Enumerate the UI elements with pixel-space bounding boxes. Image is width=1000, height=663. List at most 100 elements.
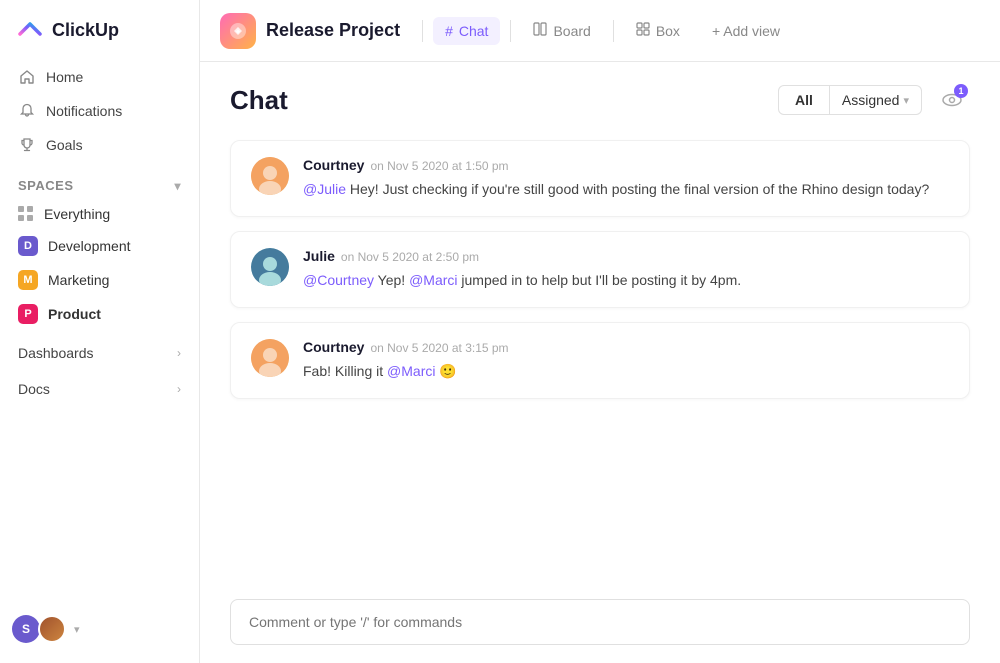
sidebar-item-marketing[interactable]: M Marketing xyxy=(8,263,191,297)
chat-header: Chat All Assigned ▾ 1 xyxy=(200,62,1000,130)
product-label: Product xyxy=(48,306,101,322)
user-area[interactable]: S ▾ xyxy=(0,605,199,653)
marketing-badge: M xyxy=(18,270,38,290)
mention-marci-1: @Marci xyxy=(409,272,457,288)
project-icon xyxy=(220,13,256,49)
message-1-text: Hey! Just checking if you're still good … xyxy=(350,181,929,197)
avatar-courtney-1 xyxy=(251,157,289,195)
tab-divider xyxy=(422,20,423,42)
hash-icon: # xyxy=(445,23,453,39)
filter-assigned-label: Assigned xyxy=(842,92,900,108)
user-chevron-icon: ▾ xyxy=(74,623,80,636)
sidebar: ClickUp Home Notifications xyxy=(0,0,200,663)
dashboards-chevron-icon: › xyxy=(177,346,181,360)
trophy-icon xyxy=(18,136,36,154)
filter-chevron-icon: ▾ xyxy=(903,94,909,107)
sidebar-item-development[interactable]: D Development xyxy=(8,229,191,263)
tab-chat-label: Chat xyxy=(459,23,489,39)
chat-title: Chat xyxy=(230,85,288,116)
tab-board[interactable]: Board xyxy=(521,16,602,45)
message-1-author: Courtney xyxy=(303,157,364,173)
mention-courtney: @Courtney xyxy=(303,272,374,288)
message-3-content: Courtney on Nov 5 2020 at 3:15 pm Fab! K… xyxy=(303,339,949,382)
add-view-button[interactable]: + Add view xyxy=(702,17,790,45)
development-badge: D xyxy=(18,236,38,256)
message-1-header: Courtney on Nov 5 2020 at 1:50 pm xyxy=(303,157,949,173)
app-logo[interactable]: ClickUp xyxy=(0,0,199,56)
sidebar-item-home[interactable]: Home xyxy=(8,60,191,94)
main-content: Release Project # Chat Board xyxy=(200,0,1000,663)
everything-label: Everything xyxy=(44,206,110,222)
message-3-text-2: 🙂 xyxy=(439,363,456,379)
project-title: Release Project xyxy=(266,20,400,41)
chat-area: Chat All Assigned ▾ 1 xyxy=(200,62,1000,663)
box-icon xyxy=(636,22,650,39)
avatar-s: S xyxy=(12,615,40,643)
message-3-time: on Nov 5 2020 at 3:15 pm xyxy=(370,341,508,355)
dashboards-label: Dashboards xyxy=(18,345,94,361)
message-2-time: on Nov 5 2020 at 2:50 pm xyxy=(341,250,479,264)
message-2-text-1: Yep! xyxy=(378,272,409,288)
tab-divider-2 xyxy=(510,20,511,42)
sidebar-item-notifications-label: Notifications xyxy=(46,103,122,119)
message-2-author: Julie xyxy=(303,248,335,264)
message-3-author: Courtney xyxy=(303,339,364,355)
mention-marci-2: @Marci xyxy=(387,363,435,379)
message-2-content: Julie on Nov 5 2020 at 2:50 pm @Courtney… xyxy=(303,248,949,291)
message-3-body: Fab! Killing it @Marci 🙂 xyxy=(303,361,949,382)
tab-divider-3 xyxy=(613,20,614,42)
spaces-label: Spaces xyxy=(18,178,74,193)
message-2-body: @Courtney Yep! @Marci jumped in to help … xyxy=(303,270,949,291)
message-3: Courtney on Nov 5 2020 at 3:15 pm Fab! K… xyxy=(230,322,970,399)
message-2: Julie on Nov 5 2020 at 2:50 pm @Courtney… xyxy=(230,231,970,308)
message-2-text-2: jumped in to help but I'll be posting it… xyxy=(461,272,741,288)
message-3-header: Courtney on Nov 5 2020 at 3:15 pm xyxy=(303,339,949,355)
logo-text: ClickUp xyxy=(52,20,119,41)
tab-box-label: Box xyxy=(656,23,680,39)
tab-box[interactable]: Box xyxy=(624,16,692,45)
message-3-text-1: Fab! Killing it xyxy=(303,363,387,379)
spaces-chevron-icon[interactable]: ▾ xyxy=(174,179,181,193)
filter-assigned-button[interactable]: Assigned ▾ xyxy=(830,85,922,115)
mention-julie: @Julie xyxy=(303,181,346,197)
sidebar-item-notifications[interactable]: Notifications xyxy=(8,94,191,128)
comment-input[interactable] xyxy=(230,599,970,645)
topbar: Release Project # Chat Board xyxy=(200,0,1000,62)
message-1: Courtney on Nov 5 2020 at 1:50 pm @Julie… xyxy=(230,140,970,217)
development-label: Development xyxy=(48,238,131,254)
watcher-button[interactable]: 1 xyxy=(934,82,970,118)
bell-icon xyxy=(18,102,36,120)
sidebar-item-home-label: Home xyxy=(46,69,83,85)
avatar-img xyxy=(38,615,66,643)
grid-icon xyxy=(18,206,34,222)
message-1-content: Courtney on Nov 5 2020 at 1:50 pm @Julie… xyxy=(303,157,949,200)
product-badge: P xyxy=(18,304,38,324)
home-icon xyxy=(18,68,36,86)
avatar-courtney-2 xyxy=(251,339,289,377)
tab-chat[interactable]: # Chat xyxy=(433,17,500,45)
spaces-header: Spaces ▾ xyxy=(0,166,199,199)
docs-chevron-icon: › xyxy=(177,382,181,396)
avatar-julie xyxy=(251,248,289,286)
add-view-label: + Add view xyxy=(712,23,780,39)
sidebar-item-product[interactable]: P Product xyxy=(8,297,191,331)
input-area xyxy=(200,585,1000,663)
sidebar-nav: Home Notifications Goals xyxy=(0,56,199,166)
sidebar-item-dashboards[interactable]: Dashboards › xyxy=(0,331,199,367)
sidebar-item-goals-label: Goals xyxy=(46,137,83,153)
board-icon xyxy=(533,22,547,39)
message-2-header: Julie on Nov 5 2020 at 2:50 pm xyxy=(303,248,949,264)
marketing-label: Marketing xyxy=(48,272,109,288)
tab-board-label: Board xyxy=(553,23,590,39)
messages-list: Courtney on Nov 5 2020 at 1:50 pm @Julie… xyxy=(200,130,1000,585)
message-1-body: @Julie Hey! Just checking if you're stil… xyxy=(303,179,949,200)
filter-group: All Assigned ▾ xyxy=(778,85,922,115)
sidebar-item-goals[interactable]: Goals xyxy=(8,128,191,162)
sidebar-item-everything[interactable]: Everything xyxy=(8,199,191,229)
message-1-time: on Nov 5 2020 at 1:50 pm xyxy=(370,159,508,173)
chat-header-right: All Assigned ▾ 1 xyxy=(778,82,970,118)
docs-label: Docs xyxy=(18,381,50,397)
filter-all-button[interactable]: All xyxy=(778,85,830,115)
sidebar-item-docs[interactable]: Docs › xyxy=(0,367,199,403)
watcher-badge: 1 xyxy=(954,84,968,98)
